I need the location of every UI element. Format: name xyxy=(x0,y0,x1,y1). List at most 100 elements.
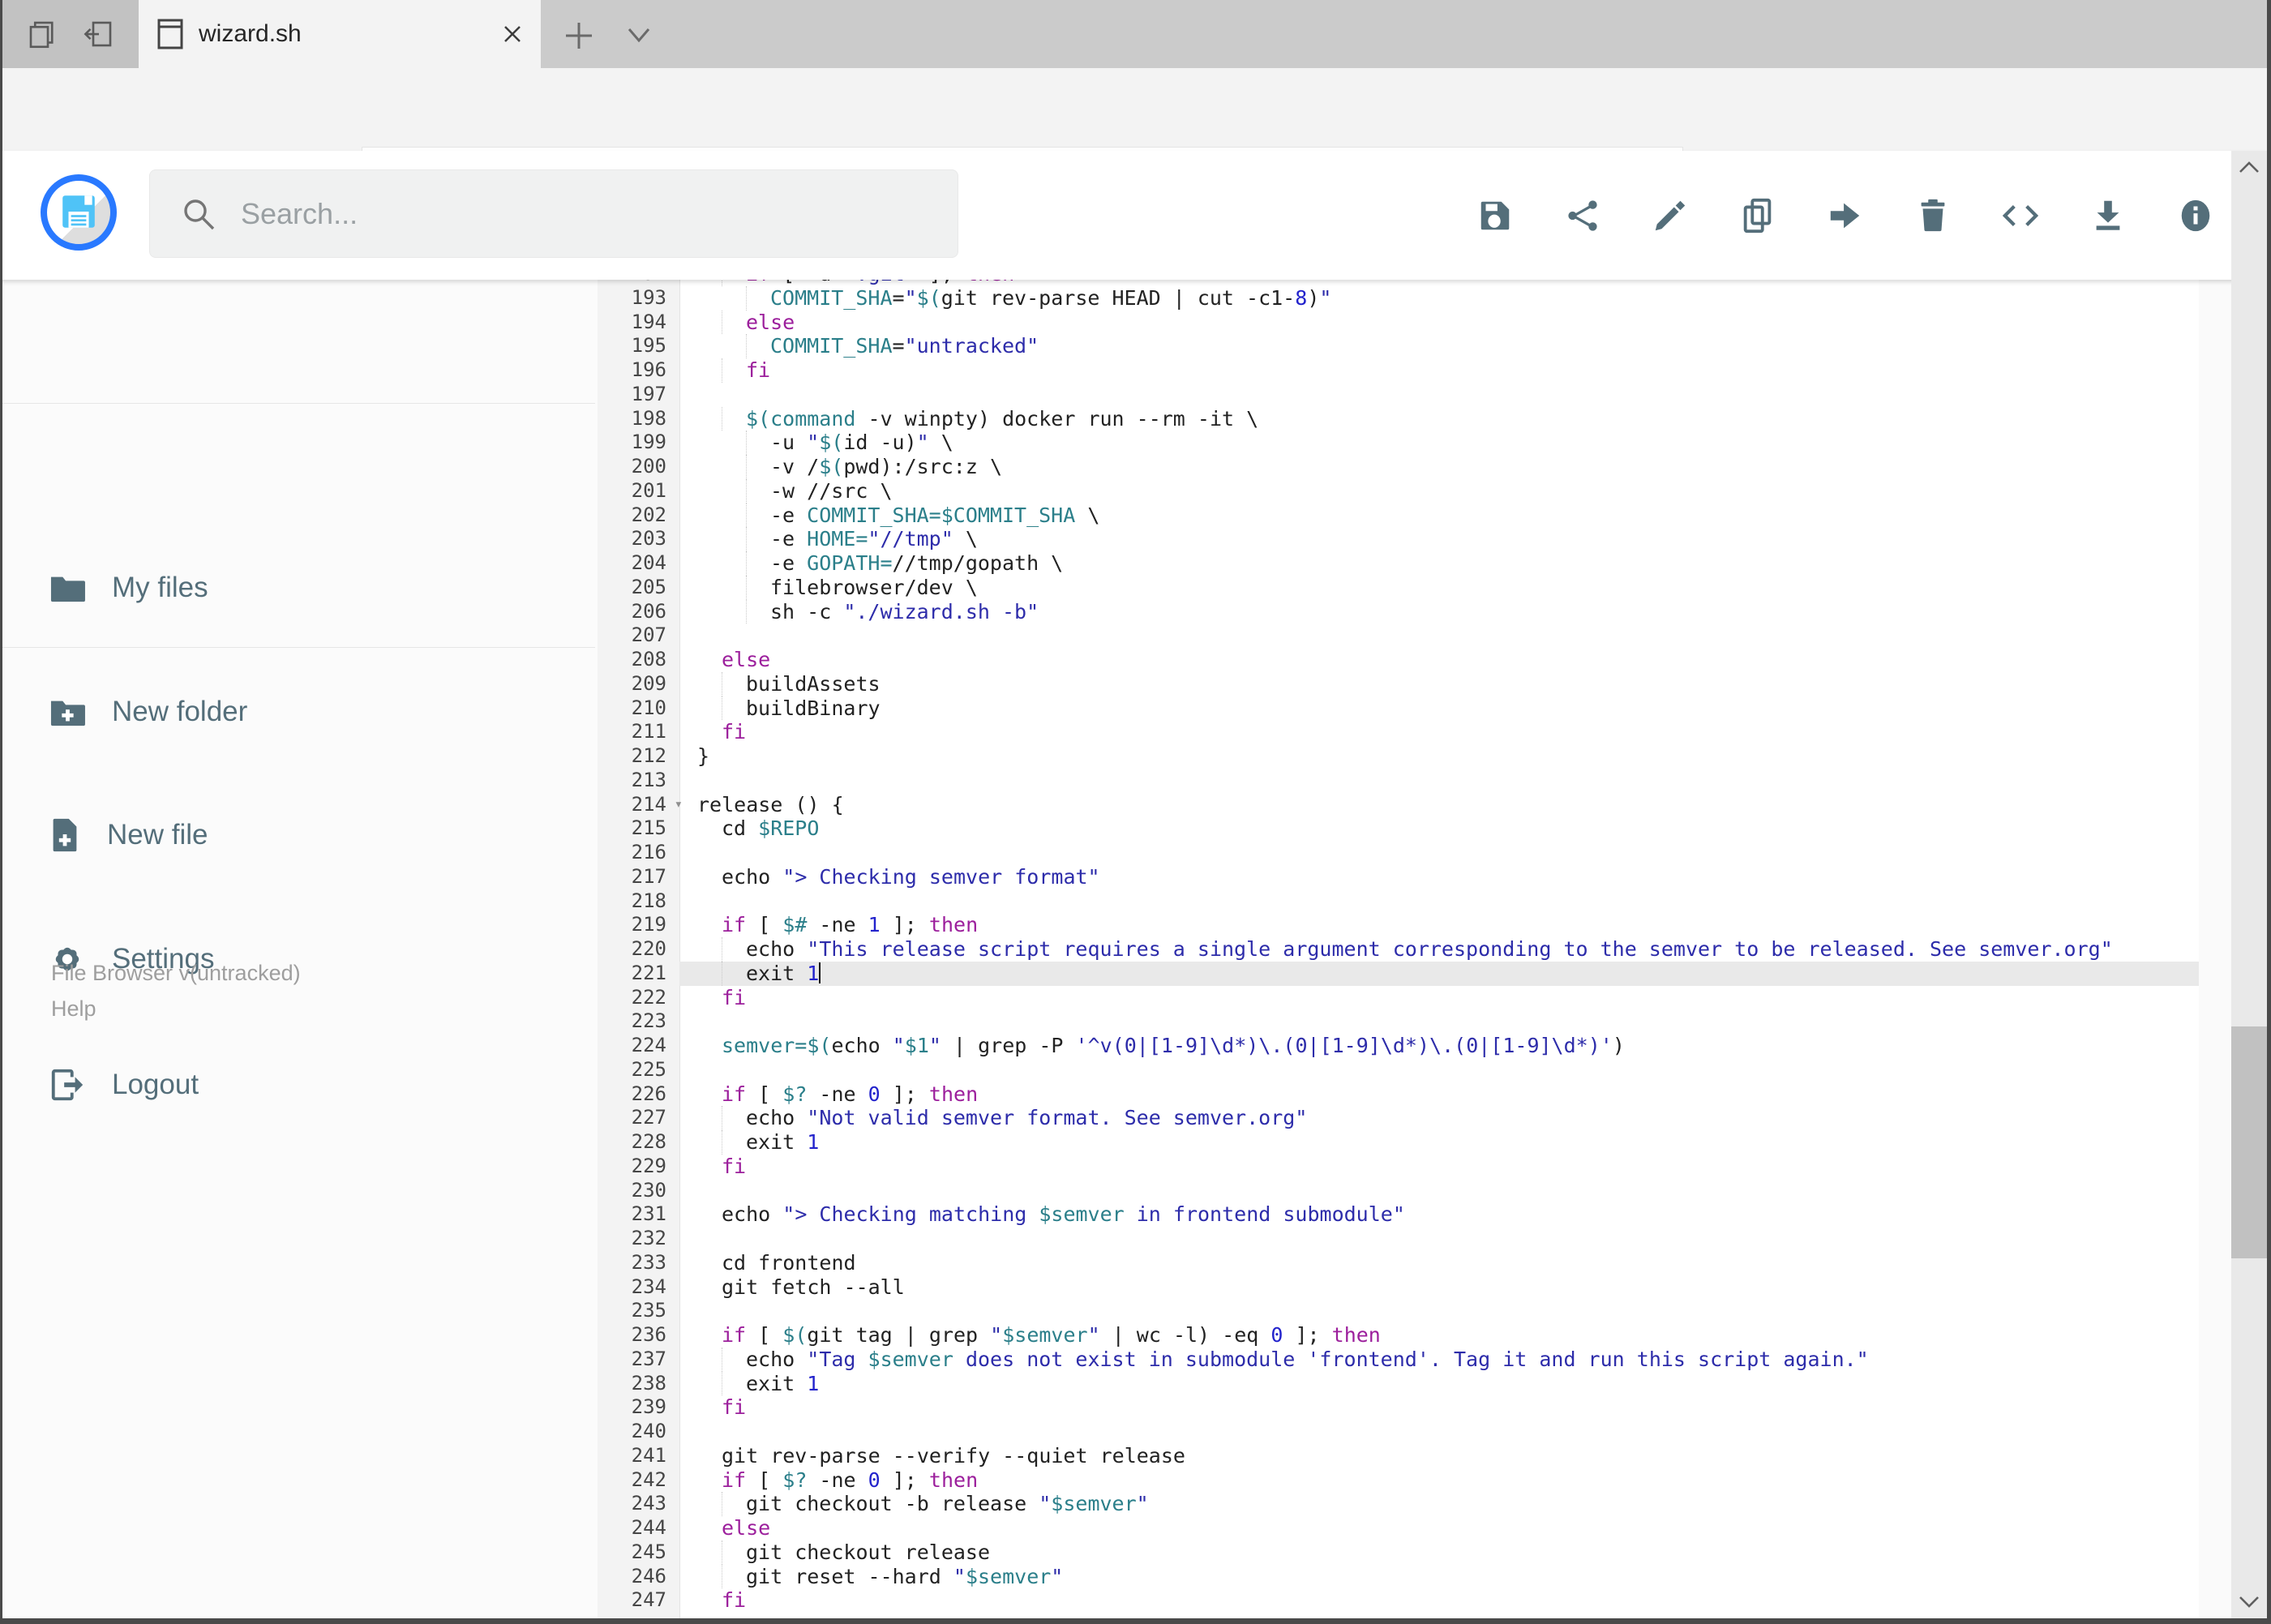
code-line[interactable]: 227 echo "Not valid semver format. See se… xyxy=(598,1106,2199,1130)
code-line[interactable]: 214 ▾ release () { xyxy=(598,793,2199,817)
code-line[interactable]: 192if [ -d ".git" ]; then xyxy=(598,280,2199,286)
scroll-up-icon[interactable] xyxy=(2237,159,2261,177)
code-line-content: -w //src \ xyxy=(679,478,2199,503)
close-tab-icon[interactable] xyxy=(500,22,525,46)
code-line-content: semver=$(echo "$1" | grep -P '^v(0|[1-9]… xyxy=(722,1034,1625,1057)
code-line[interactable]: 231 echo "> Checking matching $semver in … xyxy=(598,1202,2199,1227)
search-input[interactable] xyxy=(239,195,958,232)
code-line-content: echo "> Checking semver format" xyxy=(722,864,1100,889)
code-line[interactable]: 201 -w //src \ xyxy=(598,478,2199,503)
code-line[interactable]: 222 fi xyxy=(598,986,2199,1010)
code-area: 192if [ -d ".git" ]; then193COMMIT_SHA="… xyxy=(598,280,2199,1613)
copy-button[interactable] xyxy=(1714,171,1802,260)
code-line[interactable]: 194 else xyxy=(598,310,2199,335)
code-line[interactable]: 212} xyxy=(598,744,2199,769)
search-bar[interactable] xyxy=(149,169,958,258)
line-number: 218 xyxy=(631,889,666,912)
sidebar-item-logout[interactable]: Logout xyxy=(2,1046,598,1124)
code-line[interactable]: 226 if [ $? -ne 0 ]; then xyxy=(598,1082,2199,1107)
line-number: 245 xyxy=(631,1540,666,1563)
code-line[interactable]: 241 git rev-parse --verify --quiet releas… xyxy=(598,1444,2199,1468)
set-tabs-aside-icon[interactable] xyxy=(82,17,116,51)
code-line[interactable]: 228 exit 1 xyxy=(598,1130,2199,1155)
window-border xyxy=(2267,0,2271,1624)
tab-list-chevron-icon[interactable] xyxy=(623,21,655,49)
code-line[interactable]: 219 if [ $# -ne 1 ]; then xyxy=(598,913,2199,937)
scrollbar-thumb[interactable] xyxy=(2231,1026,2267,1258)
code-line[interactable]: 197 xyxy=(598,383,2199,407)
code-line[interactable]: 195 COMMIT_SHA="untracked" xyxy=(598,334,2199,358)
code-line[interactable]: 193 COMMIT_SHA="$(git rev-parse HEAD | cu… xyxy=(598,285,2199,311)
save-button[interactable] xyxy=(1451,171,1539,260)
code-line[interactable]: 199 -u "$(id -u)" \ xyxy=(598,431,2199,455)
code-editor[interactable]: 192if [ -d ".git" ]; then193COMMIT_SHA="… xyxy=(598,280,2199,1618)
sidebar-divider xyxy=(2,403,595,404)
code-line[interactable]: 235 xyxy=(598,1299,2199,1323)
code-line[interactable]: 217 echo "> Checking semver format" xyxy=(598,865,2199,889)
code-line[interactable]: 225 xyxy=(598,1058,2199,1082)
code-line[interactable]: 247 fi xyxy=(598,1588,2199,1613)
download-button[interactable] xyxy=(2064,171,2152,260)
sidebar-item-new-file[interactable]: New file xyxy=(2,796,598,874)
edit-button[interactable] xyxy=(1626,171,1714,260)
info-button[interactable] xyxy=(2152,171,2239,260)
line-number: 243 xyxy=(631,1492,666,1515)
code-line[interactable]: 205 filebrowser/dev \ xyxy=(598,575,2199,600)
code-line[interactable]: 244 else xyxy=(598,1516,2199,1540)
code-line[interactable]: 243 git checkout -b release "$semver" xyxy=(598,1492,2199,1516)
code-line[interactable]: 233 cd frontend xyxy=(598,1251,2199,1275)
code-line[interactable]: 236 if [ $(git tag | grep "$semver" | wc … xyxy=(598,1323,2199,1348)
code-line[interactable]: 224 semver=$(echo "$1" | grep -P '^v(0|[1… xyxy=(598,1034,2199,1058)
move-button[interactable] xyxy=(1802,171,1889,260)
help-link[interactable]: Help xyxy=(51,991,301,1026)
line-number: 246 xyxy=(631,1564,666,1588)
code-line[interactable]: 207 xyxy=(598,623,2199,648)
code-line[interactable]: 209 buildAssets xyxy=(598,671,2199,696)
code-line[interactable]: 211 fi xyxy=(598,720,2199,744)
line-number: 210 xyxy=(631,696,666,719)
tab-preview-icon[interactable] xyxy=(25,17,59,51)
line-number: 216 xyxy=(631,841,666,863)
code-line[interactable]: 245 git checkout release xyxy=(598,1540,2199,1565)
code-line[interactable]: 230 xyxy=(598,1179,2199,1203)
code-line[interactable]: 238 exit 1 xyxy=(598,1371,2199,1396)
code-line[interactable]: 220 echo "This release script requires a … xyxy=(598,937,2199,962)
code-line[interactable]: 232 xyxy=(598,1227,2199,1251)
code-line[interactable]: 240 xyxy=(598,1420,2199,1444)
code-line[interactable]: 202 -e COMMIT_SHA=$COMMIT_SHA \ xyxy=(598,503,2199,528)
code-line[interactable]: 242 if [ $? -ne 0 ]; then xyxy=(598,1468,2199,1493)
code-line[interactable]: 213 xyxy=(598,769,2199,793)
code-line[interactable]: 208 else xyxy=(598,648,2199,672)
code-line[interactable]: 204 -e GOPATH=//tmp/gopath \ xyxy=(598,551,2199,576)
line-number: 195 xyxy=(631,334,666,358)
code-line-content: if [ $? -ne 0 ]; then xyxy=(722,1468,979,1492)
delete-button[interactable] xyxy=(1889,171,1977,260)
code-line[interactable]: 221 exit 1 xyxy=(598,961,2199,986)
indent-guide xyxy=(746,334,747,358)
code-line[interactable]: 223 xyxy=(598,1009,2199,1034)
code-line[interactable]: 234 git fetch --all xyxy=(598,1275,2199,1300)
code-line[interactable]: 229 fi xyxy=(598,1155,2199,1179)
code-line[interactable]: 215 cd $REPO xyxy=(598,816,2199,841)
code-line[interactable]: 237 echo "Tag $semver does not exist in s… xyxy=(598,1347,2199,1372)
code-button[interactable] xyxy=(1977,171,2064,260)
code-line[interactable]: 196 fi xyxy=(598,358,2199,383)
code-line[interactable]: 216 xyxy=(598,841,2199,865)
code-line[interactable]: 203 -e HOME="//tmp" \ xyxy=(598,527,2199,551)
code-line[interactable]: 200 -v /$(pwd):/src:z \ xyxy=(598,455,2199,479)
line-number: 227 xyxy=(631,1106,666,1129)
code-line[interactable]: 198 $(command -v winpty) docker run --rm … xyxy=(598,406,2199,431)
browser-tab[interactable]: wizard.sh xyxy=(139,0,541,68)
new-tab-icon[interactable] xyxy=(561,18,597,54)
code-line[interactable]: 218 xyxy=(598,889,2199,914)
vertical-scrollbar[interactable] xyxy=(2231,151,2267,1618)
code-line[interactable]: 246 git reset --hard "$semver" xyxy=(598,1564,2199,1589)
file-browser-logo[interactable] xyxy=(41,174,117,251)
code-line[interactable]: 206 sh -c "./wizard.sh -b" xyxy=(598,599,2199,624)
code-line[interactable]: 210 buildBinary xyxy=(598,696,2199,721)
scroll-down-icon[interactable] xyxy=(2237,1592,2261,1610)
code-line[interactable]: 239 fi xyxy=(598,1395,2199,1420)
sidebar-item-new-folder[interactable]: New folder xyxy=(2,673,598,751)
sidebar-item-my-files[interactable]: My files xyxy=(2,549,598,627)
share-button[interactable] xyxy=(1539,171,1626,260)
